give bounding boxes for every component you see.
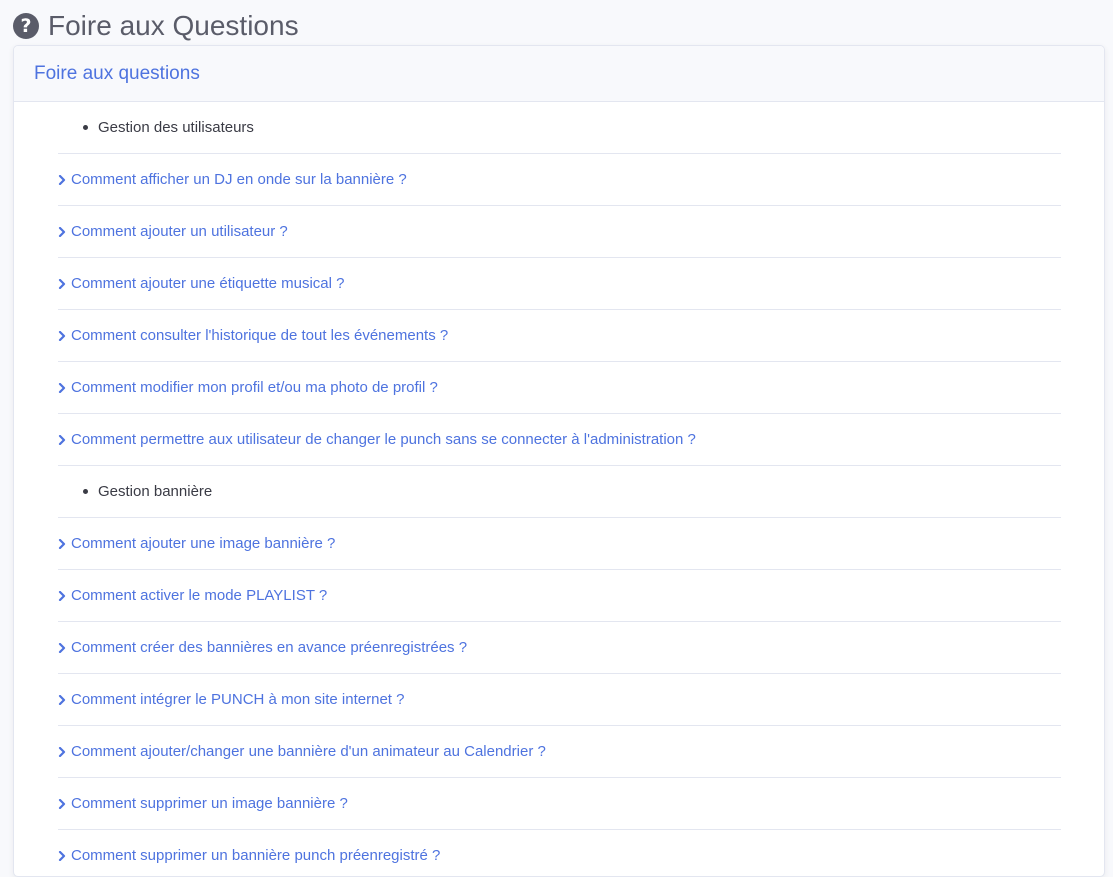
section-label: Gestion des utilisateurs — [98, 119, 254, 136]
question-label: Comment supprimer un image bannière ? — [71, 795, 348, 812]
faq-question-link[interactable]: Comment afficher un DJ en onde sur la ba… — [58, 154, 1061, 206]
chevron-right-icon — [58, 174, 70, 185]
question-label: Comment permettre aux utilisateur de cha… — [71, 431, 696, 448]
faq-question-link[interactable]: Comment ajouter une image bannière ? — [58, 518, 1061, 570]
faq-question-link[interactable]: Comment créer des bannières en avance pr… — [58, 622, 1061, 674]
bullet-icon — [83, 125, 88, 130]
chevron-right-icon — [58, 746, 70, 757]
question-label: Comment créer des bannières en avance pr… — [71, 639, 468, 656]
faq-section-header: Gestion bannière — [58, 466, 1061, 518]
chevron-right-icon — [58, 590, 70, 601]
card-header: Foire aux questions — [14, 46, 1104, 102]
bullet-icon — [83, 489, 88, 494]
question-label: Comment ajouter/changer une bannière d'u… — [71, 743, 546, 760]
chevron-right-icon — [58, 642, 70, 653]
chevron-right-icon — [58, 278, 70, 289]
chevron-right-icon — [58, 382, 70, 393]
faq-question-link[interactable]: Comment permettre aux utilisateur de cha… — [58, 414, 1061, 466]
faq-section-header: Gestion des utilisateurs — [58, 102, 1061, 154]
faq-question-link[interactable]: Comment ajouter une étiquette musical ? — [58, 258, 1061, 310]
faq-card: Foire aux questions Gestion des utilisat… — [13, 45, 1105, 877]
page-title: Foire aux Questions — [48, 10, 299, 41]
question-label: Comment activer le mode PLAYLIST ? — [71, 587, 328, 604]
question-label: Comment intégrer le PUNCH à mon site int… — [71, 691, 405, 708]
chevron-right-icon — [58, 226, 70, 237]
faq-question-link[interactable]: Comment supprimer un image bannière ? — [58, 778, 1061, 830]
chevron-right-icon — [58, 538, 70, 549]
faq-question-link[interactable]: Comment ajouter/changer une bannière d'u… — [58, 726, 1061, 778]
faq-question-link[interactable]: Comment ajouter un utilisateur ? — [58, 206, 1061, 258]
faq-question-link[interactable]: Comment consulter l'historique de tout l… — [58, 310, 1061, 362]
chevron-right-icon — [58, 694, 70, 705]
question-label: Comment modifier mon profil et/ou ma pho… — [71, 379, 438, 396]
faq-question-link[interactable]: Comment intégrer le PUNCH à mon site int… — [58, 674, 1061, 726]
question-circle-icon: ? — [13, 13, 39, 39]
chevron-right-icon — [58, 330, 70, 341]
chevron-right-icon — [58, 434, 70, 445]
faq-question-link[interactable]: Comment activer le mode PLAYLIST ? — [58, 570, 1061, 622]
section-label: Gestion bannière — [98, 483, 213, 500]
faq-question-link[interactable]: Comment modifier mon profil et/ou ma pho… — [58, 362, 1061, 414]
question-label: Comment ajouter une étiquette musical ? — [71, 275, 345, 292]
card-header-title: Foire aux questions — [34, 62, 200, 84]
faq-question-link[interactable]: Comment supprimer un bannière punch prée… — [58, 830, 1061, 876]
question-label: Comment consulter l'historique de tout l… — [71, 327, 449, 344]
chevron-right-icon — [58, 850, 70, 861]
question-label: Comment afficher un DJ en onde sur la ba… — [71, 171, 407, 188]
question-label: Comment supprimer un bannière punch prée… — [71, 847, 441, 864]
chevron-right-icon — [58, 798, 70, 809]
page-header: ? Foire aux Questions — [13, 8, 299, 44]
faq-list: Gestion des utilisateurs Comment afficher… — [58, 102, 1061, 876]
question-label: Comment ajouter un utilisateur ? — [71, 223, 288, 240]
question-label: Comment ajouter une image bannière ? — [71, 535, 336, 552]
